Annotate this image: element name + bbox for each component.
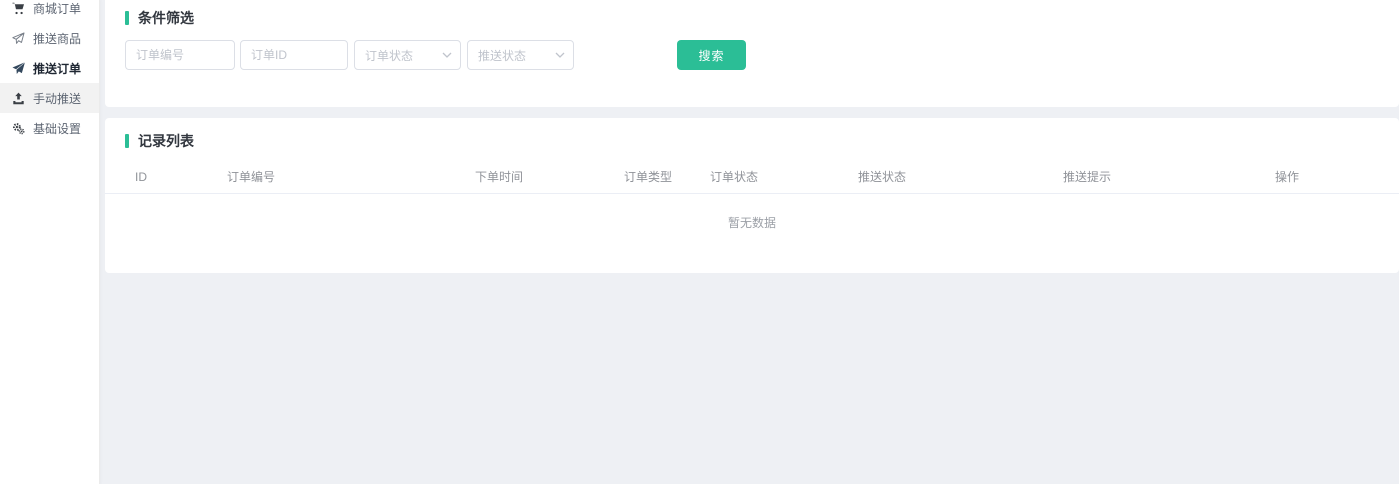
sidebar-menu: 商城订单 推送商品 推送订单 手动推送 [0,0,99,143]
column-header-order-time: 下单时间 [465,160,614,193]
filter-title-text: 条件筛选 [138,8,194,28]
sidebar-item-label: 基础设置 [33,120,81,137]
sidebar-item-label: 推送商品 [33,30,81,47]
sidebar-item-label: 商城订单 [33,0,81,17]
column-header-id: ID [125,160,217,193]
filter-section-title: 条件筛选 [125,8,194,28]
column-header-push-status: 推送状态 [848,160,1053,193]
column-header-order-type: 订单类型 [614,160,700,193]
column-header-actions: 操作 [1265,160,1399,193]
empty-data-text: 暂无数据 [105,214,1399,231]
column-header-order-number: 订单编号 [217,160,465,193]
records-title-text: 记录列表 [138,131,194,151]
paper-plane-outline-icon [11,31,25,45]
sidebar-item-push-products[interactable]: 推送商品 [0,23,99,53]
order-status-select[interactable]: 订单状态 [354,40,461,70]
records-card: 记录列表 ID 订单编号 下单时间 订单类型 订单状态 推送状态 推送提示 操作… [105,118,1399,273]
push-status-placeholder: 推送状态 [478,47,526,64]
sidebar-item-label: 手动推送 [33,90,81,107]
paper-plane-icon [11,61,25,75]
shopping-cart-icon [11,1,25,15]
upload-icon [11,91,25,105]
records-section-title: 记录列表 [125,131,194,151]
sidebar-item-push-orders[interactable]: 推送订单 [0,53,99,83]
sidebar: 商城订单 推送商品 推送订单 手动推送 [0,0,100,484]
search-button[interactable]: 搜索 [677,40,746,70]
order-number-input[interactable] [125,40,235,70]
sidebar-item-manual-push[interactable]: 手动推送 [0,83,99,113]
column-header-order-status: 订单状态 [700,160,848,193]
sidebar-item-mall-orders[interactable]: 商城订单 [0,0,99,23]
sidebar-item-basic-settings[interactable]: 基础设置 [0,113,99,143]
gears-icon [11,121,25,135]
title-accent-bar [125,11,129,25]
table-header-row: ID 订单编号 下单时间 订单类型 订单状态 推送状态 推送提示 操作 [105,160,1399,194]
sidebar-item-label: 推送订单 [33,60,81,77]
chevron-down-icon [555,50,565,60]
order-id-input[interactable] [240,40,348,70]
title-accent-bar [125,134,129,148]
chevron-down-icon [442,50,452,60]
filter-card: 条件筛选 订单状态 推送状态 搜索 [105,0,1399,107]
order-status-placeholder: 订单状态 [365,47,413,64]
push-status-select[interactable]: 推送状态 [467,40,574,70]
column-header-push-tip: 推送提示 [1053,160,1265,193]
